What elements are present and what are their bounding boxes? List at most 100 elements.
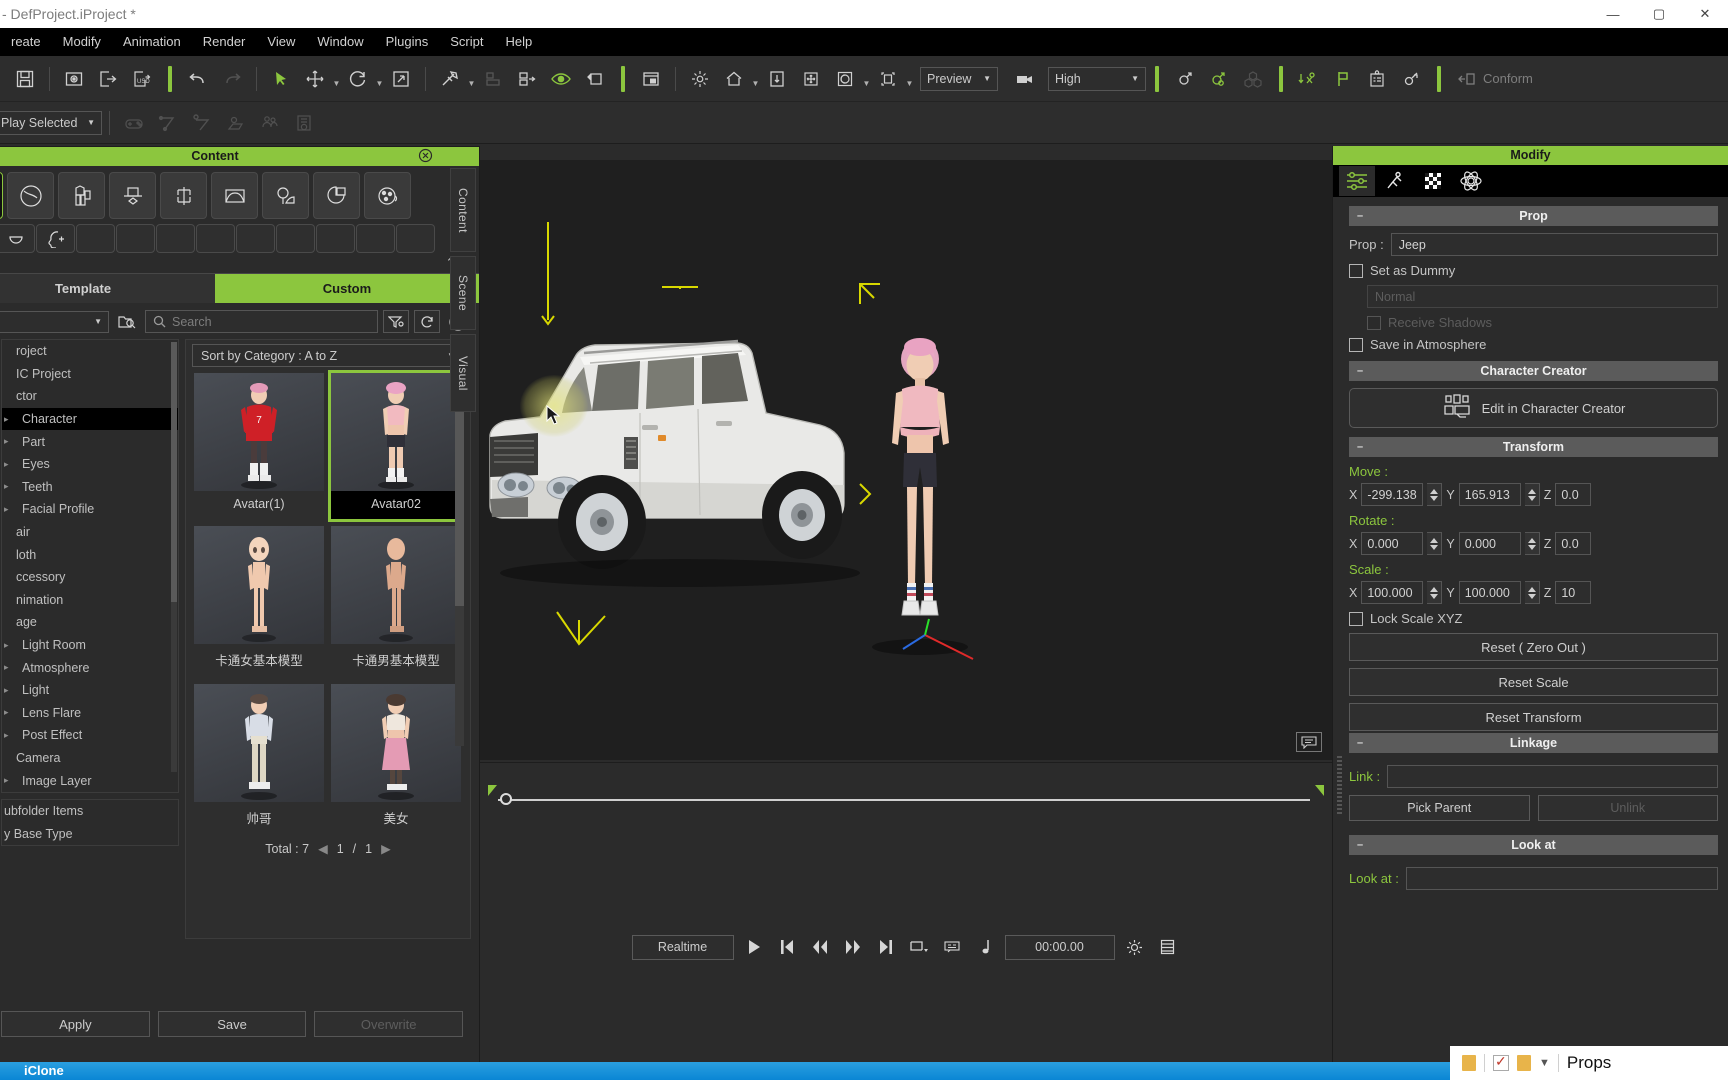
content-item[interactable]: 卡通男基本模型 — [331, 526, 461, 677]
tree-item-19[interactable]: ▸ Image Layer — [2, 769, 178, 792]
scale-x-stepper[interactable] — [1427, 581, 1443, 604]
preview-quality-combo[interactable]: Preview ▼ — [920, 66, 998, 91]
set-as-dummy-checkbox[interactable] — [1349, 263, 1363, 278]
panel-resize-handle[interactable] — [1337, 756, 1342, 816]
tab-motion-icon[interactable] — [1377, 166, 1413, 196]
scale-z-field[interactable]: 10 — [1555, 581, 1592, 604]
tab-material-icon[interactable] — [1415, 166, 1451, 196]
align-distribute-icon[interactable] — [510, 63, 544, 95]
tree-item-12[interactable]: age — [2, 611, 178, 634]
play-icon[interactable] — [741, 934, 767, 960]
filter-option-1[interactable]: y Base Type — [2, 822, 178, 845]
go-to-end-icon[interactable] — [873, 934, 899, 960]
next-page-icon[interactable]: ▶ — [381, 841, 391, 856]
twisty-icon[interactable]: ▸ — [4, 707, 16, 718]
save-icon[interactable] — [8, 63, 42, 95]
subcategory-facial-profile-icon[interactable] — [36, 224, 75, 253]
twisty-icon[interactable]: ▸ — [4, 730, 16, 741]
tree-scrollbar[interactable] — [171, 342, 177, 772]
grid-scrollbar[interactable] — [455, 376, 464, 746]
scale-x-field[interactable]: 100.000 — [1361, 581, 1424, 604]
dock-tab-content[interactable]: Content — [450, 168, 476, 252]
timeline-track[interactable] — [488, 791, 1324, 809]
twisty-icon[interactable]: ▸ — [4, 685, 16, 696]
menu-plugins[interactable]: Plugins — [375, 28, 440, 56]
category-scene[interactable] — [262, 172, 309, 219]
subcategory-slot-5[interactable] — [116, 224, 155, 253]
tree-item-5[interactable]: ▸ Eyes — [2, 453, 178, 476]
home-view-icon[interactable] — [717, 63, 751, 95]
twisty-icon[interactable]: ▸ — [4, 459, 16, 470]
reset-transform-button[interactable]: Reset Transform — [1349, 703, 1718, 731]
path-key-icon[interactable] — [185, 107, 219, 139]
gender-icon[interactable] — [1168, 63, 1202, 95]
folder-search-icon[interactable] — [114, 310, 140, 333]
tree-item-3[interactable]: ▸ Character — [2, 407, 178, 431]
go-to-start-icon[interactable] — [774, 934, 800, 960]
subcategory-teeth-icon[interactable] — [0, 224, 35, 253]
prop-name-field[interactable]: Jeep — [1390, 233, 1718, 256]
taskbar-app-label[interactable]: iClone — [24, 1063, 64, 1078]
select-tool-icon[interactable] — [264, 63, 298, 95]
subcategory-slot-9[interactable] — [276, 224, 315, 253]
sort-combo[interactable]: Sort by Category : A to Z ▼ — [192, 344, 464, 367]
link-field[interactable] — [1387, 765, 1718, 788]
lock-scale-checkbox[interactable] — [1349, 611, 1363, 626]
reset-zero-out-button[interactable]: Reset ( Zero Out ) — [1349, 633, 1718, 661]
key-add-icon[interactable] — [1394, 63, 1428, 95]
link-tool-icon[interactable] — [433, 63, 467, 95]
cube-group-icon[interactable] — [1236, 63, 1270, 95]
rotate-y-field[interactable]: 0.000 — [1458, 532, 1521, 555]
collapse-icon[interactable]: – — [1357, 365, 1363, 377]
folder-icon[interactable] — [1462, 1055, 1476, 1071]
maximize-button[interactable]: ▢ — [1636, 0, 1682, 28]
align-icon[interactable] — [476, 63, 510, 95]
save-in-atmosphere-checkbox[interactable] — [1349, 337, 1363, 352]
move-z-field[interactable]: 0.0 — [1555, 483, 1592, 506]
section-character-creator[interactable]: – Character Creator — [1349, 361, 1718, 381]
folder-combo[interactable]: ▼ — [0, 310, 109, 333]
subtitle-icon[interactable] — [939, 934, 965, 960]
dock-tab-scene[interactable]: Scene — [450, 256, 476, 330]
rotate-z-field[interactable]: 0.0 — [1555, 532, 1592, 555]
twisty-icon[interactable]: ▸ — [4, 775, 16, 786]
audio-icon[interactable] — [972, 934, 998, 960]
tree-item-9[interactable]: loth — [2, 543, 178, 566]
rotate-x-field[interactable]: 0.000 — [1361, 532, 1424, 555]
note-icon[interactable] — [1296, 732, 1322, 752]
twisty-icon[interactable]: ▸ — [4, 436, 16, 447]
menu-modify[interactable]: Modify — [52, 28, 112, 56]
collapse-icon[interactable]: – — [1357, 737, 1363, 749]
section-look-at[interactable]: – Look at — [1349, 835, 1718, 855]
minimize-button[interactable]: — — [1590, 0, 1636, 28]
content-item[interactable]: Avatar02 — [328, 370, 464, 522]
tree-item-17[interactable]: ▸ Post Effect — [2, 724, 178, 747]
rotate-x-stepper[interactable] — [1427, 532, 1443, 555]
motion-area-icon[interactable] — [219, 107, 253, 139]
subcategory-slot-10[interactable] — [316, 224, 355, 253]
move-y-field[interactable]: 165.913 — [1458, 483, 1521, 506]
menu-render[interactable]: Render — [192, 28, 257, 56]
tree-item-11[interactable]: nimation — [2, 589, 178, 612]
tree-item-2[interactable]: ctor — [2, 385, 178, 408]
crowd-icon[interactable] — [253, 107, 287, 139]
menu-window[interactable]: Window — [306, 28, 374, 56]
menu-help[interactable]: Help — [494, 28, 543, 56]
subcategory-slot-12[interactable] — [396, 224, 435, 253]
timecode-field[interactable]: 00:00.00 — [1004, 934, 1115, 960]
filter-options-list[interactable]: ubfolder Items y Base Type — [1, 798, 179, 847]
physics-drop-icon[interactable] — [1292, 63, 1326, 95]
snap-icon[interactable] — [578, 63, 612, 95]
section-transform[interactable]: – Transform — [1349, 437, 1718, 457]
prev-page-icon[interactable]: ◀ — [318, 841, 328, 856]
usd-export-icon[interactable]: USD — [125, 63, 159, 95]
category-media[interactable] — [313, 172, 360, 219]
apply-button[interactable]: Apply — [1, 1011, 150, 1037]
content-item[interactable]: 美女 — [331, 684, 461, 835]
tree-item-7[interactable]: ▸ Facial Profile — [2, 498, 178, 521]
pick-parent-button[interactable]: Pick Parent — [1349, 795, 1530, 821]
checklist-icon[interactable] — [1493, 1053, 1509, 1071]
content-item[interactable]: 卡通女基本模型 — [194, 526, 324, 677]
gender-edit-icon[interactable] — [1202, 63, 1236, 95]
dock-tab-visual[interactable]: Visual — [450, 334, 476, 412]
